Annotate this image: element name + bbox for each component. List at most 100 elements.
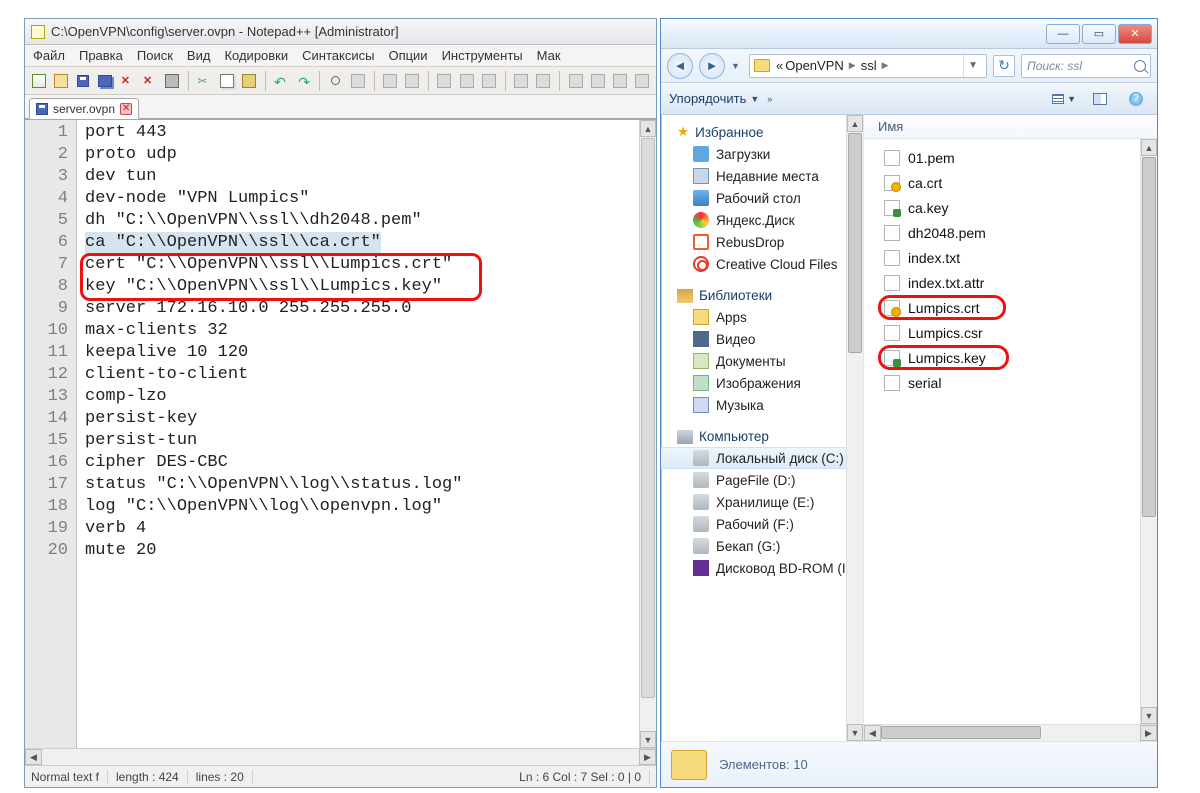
horizontal-scrollbar[interactable]: ◀ ▶ — [25, 748, 656, 765]
nav-bd-rom[interactable]: Дисковод BD-ROM (I — [661, 557, 863, 579]
macro-stop-button[interactable] — [588, 70, 607, 92]
scrollbar-thumb[interactable] — [881, 726, 1041, 739]
refresh-button[interactable]: ↻ — [993, 55, 1015, 77]
scroll-right-arrow-icon[interactable]: ▶ — [639, 749, 656, 765]
scroll-right-arrow-icon[interactable]: ▶ — [1140, 725, 1157, 741]
indent-guide-button[interactable] — [479, 70, 498, 92]
file-row[interactable]: Lumpics.key — [878, 345, 1157, 370]
scroll-up-arrow-icon[interactable]: ▲ — [1141, 139, 1157, 156]
overflow-button[interactable]: » — [767, 94, 772, 104]
show-all-chars-button[interactable] — [457, 70, 476, 92]
view-options-button[interactable]: ▼ — [1051, 88, 1077, 110]
npp-titlebar[interactable]: C:\OpenVPN\config\server.ovpn - Notepad+… — [25, 19, 656, 45]
forward-button[interactable]: ► — [699, 53, 725, 79]
file-row[interactable]: index.txt — [878, 245, 1157, 270]
nav-downloads[interactable]: Загрузки — [661, 143, 863, 165]
address-bar[interactable]: « OpenVPN ▶ ssl ▶ ▼ — [749, 54, 987, 78]
back-button[interactable]: ◄ — [667, 53, 693, 79]
replace-button[interactable] — [348, 70, 367, 92]
function-list-button[interactable] — [512, 70, 531, 92]
chevron-right-icon[interactable]: ▶ — [846, 60, 859, 71]
print-button[interactable] — [163, 70, 182, 92]
file-row[interactable]: dh2048.pem — [878, 220, 1157, 245]
nav-video[interactable]: Видео — [661, 328, 863, 350]
explorer-titlebar[interactable]: — ▭ ✕ — [661, 19, 1157, 49]
computer-header[interactable]: Компьютер — [661, 426, 863, 447]
scroll-down-arrow-icon[interactable]: ▼ — [847, 724, 863, 741]
crumb-parent[interactable]: OpenVPN — [785, 58, 844, 73]
undo-button[interactable]: ↶ — [272, 70, 291, 92]
navigation-pane[interactable]: ★ Избранное Загрузки Недавние места Рабо… — [661, 115, 864, 741]
scrollbar-track[interactable] — [42, 749, 639, 765]
file-list[interactable]: 01.pemca.crtca.keydh2048.pemindex.txtind… — [864, 139, 1157, 395]
menu-edit[interactable]: Правка — [79, 48, 123, 63]
zoom-out-button[interactable] — [403, 70, 422, 92]
nav-documents[interactable]: Документы — [661, 350, 863, 372]
menu-file[interactable]: Файл — [33, 48, 65, 63]
search-input[interactable]: Поиск: ssl — [1021, 54, 1151, 78]
nav-drive-c[interactable]: Локальный диск (C:) — [661, 447, 863, 469]
recent-locations-button[interactable]: ▼ — [731, 61, 743, 71]
chevron-right-icon[interactable]: ▶ — [879, 60, 892, 71]
filelist-vscrollbar[interactable]: ▲ ▼ — [1140, 139, 1157, 724]
file-row[interactable]: Lumpics.csr — [878, 320, 1157, 345]
file-row[interactable]: ca.key — [878, 195, 1157, 220]
scroll-down-arrow-icon[interactable]: ▼ — [1141, 707, 1157, 724]
cut-button[interactable]: ✂ — [195, 70, 214, 92]
nav-recent[interactable]: Недавние места — [661, 165, 863, 187]
menu-search[interactable]: Поиск — [137, 48, 173, 63]
help-button[interactable]: ? — [1123, 88, 1149, 110]
minimize-button[interactable]: — — [1046, 24, 1080, 44]
navpane-scrollbar[interactable]: ▲ ▼ — [846, 115, 863, 741]
menu-view[interactable]: Вид — [187, 48, 211, 63]
preview-pane-button[interactable] — [1087, 88, 1113, 110]
scrollbar-thumb[interactable] — [1142, 157, 1156, 517]
open-file-button[interactable] — [51, 70, 70, 92]
close-tab-button[interactable]: ✕ — [120, 103, 132, 115]
macro-play-multi-button[interactable] — [633, 70, 652, 92]
maximize-button[interactable]: ▭ — [1082, 24, 1116, 44]
copy-button[interactable] — [217, 70, 236, 92]
address-dropdown-button[interactable]: ▼ — [963, 55, 982, 77]
nav-drive-d[interactable]: PageFile (D:) — [661, 469, 863, 491]
column-header-name[interactable]: Имя — [864, 115, 1157, 139]
file-row[interactable]: serial — [878, 370, 1157, 395]
save-all-button[interactable] — [96, 70, 115, 92]
scroll-up-arrow-icon[interactable]: ▲ — [847, 115, 863, 132]
scroll-left-arrow-icon[interactable]: ◀ — [864, 725, 881, 741]
crumb-current[interactable]: ssl — [861, 58, 877, 73]
nav-drive-f[interactable]: Рабочий (F:) — [661, 513, 863, 535]
scroll-up-arrow-icon[interactable]: ▲ — [640, 120, 656, 137]
nav-creative-cloud[interactable]: Creative Cloud Files — [661, 253, 863, 275]
new-file-button[interactable] — [29, 70, 48, 92]
nav-drive-g[interactable]: Бекап (G:) — [661, 535, 863, 557]
organize-menu[interactable]: Упорядочить ▼ — [669, 91, 759, 106]
nav-drive-e[interactable]: Хранилище (E:) — [661, 491, 863, 513]
find-button[interactable] — [326, 70, 345, 92]
menu-options[interactable]: Опции — [388, 48, 427, 63]
file-row[interactable]: 01.pem — [878, 145, 1157, 170]
nav-yandex-disk[interactable]: Яндекс.Диск — [661, 209, 863, 231]
redo-button[interactable]: ↶ — [294, 70, 313, 92]
macro-record-button[interactable] — [566, 70, 585, 92]
menu-syntax[interactable]: Синтаксисы — [302, 48, 374, 63]
close-file-button[interactable]: ✕ — [118, 70, 137, 92]
macro-play-button[interactable] — [610, 70, 629, 92]
nav-pictures[interactable]: Изображения — [661, 372, 863, 394]
crumb-prefix[interactable]: « — [776, 58, 783, 73]
vertical-scrollbar[interactable]: ▲ ▼ — [639, 120, 656, 748]
save-button[interactable] — [74, 70, 93, 92]
file-row[interactable]: Lumpics.crt — [878, 295, 1157, 320]
libraries-header[interactable]: Библиотеки — [661, 285, 863, 306]
menu-tools[interactable]: Инструменты — [442, 48, 523, 63]
scrollbar-thumb[interactable] — [848, 133, 862, 353]
nav-desktop[interactable]: Рабочий стол — [661, 187, 863, 209]
scroll-left-arrow-icon[interactable]: ◀ — [25, 749, 42, 765]
file-row[interactable]: index.txt.attr — [878, 270, 1157, 295]
paste-button[interactable] — [239, 70, 258, 92]
nav-rebusdrop[interactable]: RebusDrop — [661, 231, 863, 253]
nav-music[interactable]: Музыка — [661, 394, 863, 416]
file-row[interactable]: ca.crt — [878, 170, 1157, 195]
close-all-button[interactable]: ✕ — [140, 70, 159, 92]
npp-menubar[interactable]: Файл Правка Поиск Вид Кодировки Синтакси… — [25, 45, 656, 67]
